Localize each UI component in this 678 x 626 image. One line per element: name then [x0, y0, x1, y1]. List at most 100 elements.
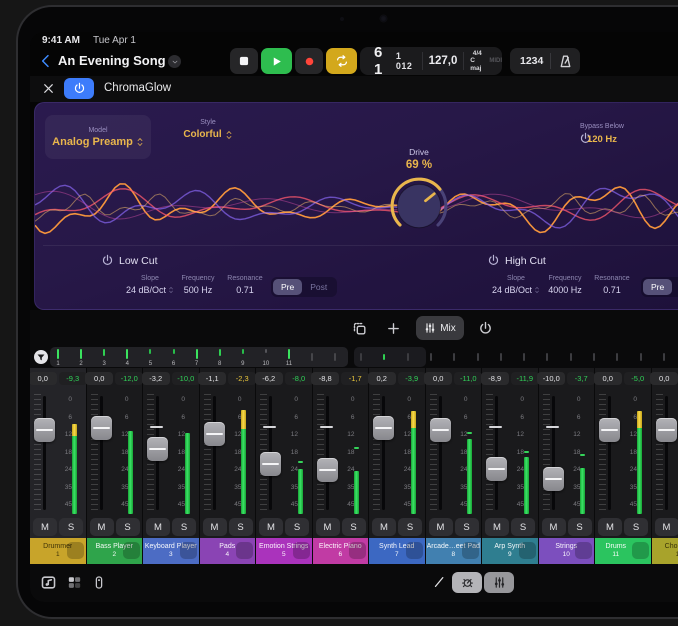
collapse-chevron-button[interactable]: [575, 542, 592, 559]
track-name-band[interactable]: Electric Piano 6: [313, 538, 369, 564]
fader-cell-icon[interactable]: [92, 574, 106, 591]
high-cut-resonance[interactable]: Resonance 0.71: [588, 275, 636, 295]
track-name-band[interactable]: Chorus V 12: [652, 538, 678, 564]
pencil-icon[interactable]: [432, 575, 446, 589]
solo-button[interactable]: S: [568, 518, 592, 536]
collapse-chevron-button[interactable]: [180, 542, 197, 559]
fader-handle[interactable]: [543, 467, 564, 491]
collapse-chevron-button[interactable]: [67, 542, 84, 559]
cycle-button[interactable]: [326, 48, 357, 74]
solo-button[interactable]: S: [229, 518, 253, 536]
pre-button[interactable]: Pre: [643, 279, 672, 295]
ruler-tick: [523, 353, 525, 361]
post-button[interactable]: Post: [302, 279, 335, 295]
solo-button[interactable]: S: [59, 518, 83, 536]
pre-button[interactable]: Pre: [273, 279, 302, 295]
drive-knob[interactable]: [388, 175, 450, 237]
mix-button[interactable]: Mix: [416, 316, 464, 340]
bypass-below[interactable]: Bypass Below 120 Hz: [569, 123, 635, 145]
fader-handle[interactable]: [34, 418, 55, 442]
fader-handle[interactable]: [91, 416, 112, 440]
fader-handle[interactable]: [317, 458, 338, 482]
fader-handle[interactable]: [204, 422, 225, 446]
song-title[interactable]: An Evening Song: [58, 53, 166, 68]
mute-button[interactable]: M: [90, 518, 114, 536]
fader-handle[interactable]: [147, 437, 168, 461]
browser-icon[interactable]: [40, 574, 57, 591]
model-selector[interactable]: Model Analog Preamp: [45, 115, 151, 159]
track-name-band[interactable]: Arp Synth 9: [482, 538, 538, 564]
solo-button[interactable]: S: [624, 518, 648, 536]
mute-button[interactable]: M: [316, 518, 340, 536]
plugin-tiles-icon[interactable]: [66, 574, 83, 591]
collapse-chevron-button[interactable]: [349, 542, 366, 559]
solo-button[interactable]: S: [116, 518, 140, 536]
collapse-chevron-button[interactable]: [519, 542, 536, 559]
collapse-chevron-button[interactable]: [123, 542, 140, 559]
mute-button[interactable]: M: [146, 518, 170, 536]
collapse-chevron-button[interactable]: [293, 542, 310, 559]
mute-button[interactable]: M: [372, 518, 396, 536]
high-cut-power-icon[interactable]: [487, 254, 500, 267]
fader-handle[interactable]: [599, 418, 620, 442]
stop-button[interactable]: [230, 48, 258, 74]
fader-handle[interactable]: [430, 418, 451, 442]
count-in-button[interactable]: 1234: [520, 55, 543, 67]
track-name-band[interactable]: Synth Lead 7: [369, 538, 425, 564]
solo-button[interactable]: S: [172, 518, 196, 536]
mute-button[interactable]: M: [655, 518, 678, 536]
mute-button[interactable]: M: [542, 518, 566, 536]
solo-button[interactable]: S: [398, 518, 422, 536]
mute-button[interactable]: M: [598, 518, 622, 536]
fader-handle[interactable]: [260, 452, 281, 476]
level-control[interactable]: Level 0.0: [657, 123, 678, 145]
mute-button[interactable]: M: [203, 518, 227, 536]
track-name-band[interactable]: Pads 4: [200, 538, 256, 564]
duplicate-icon[interactable]: [352, 321, 367, 336]
record-button[interactable]: [295, 48, 323, 74]
fader-handle[interactable]: [373, 416, 394, 440]
solo-button[interactable]: S: [455, 518, 479, 536]
track-name-band[interactable]: Bass Player 2: [87, 538, 143, 564]
mixer-power-icon[interactable]: [478, 321, 493, 336]
fader-handle[interactable]: [486, 457, 507, 481]
style-selector[interactable]: Style Colorful: [165, 119, 251, 155]
high-cut-frequency[interactable]: Frequency 4000 Hz: [538, 275, 592, 295]
lcd-display[interactable]: 6 1 1 012 127,0 4/4 C maj MIDI: [360, 47, 502, 75]
add-icon[interactable]: [386, 321, 401, 336]
low-cut-frequency[interactable]: Frequency 500 Hz: [171, 275, 225, 295]
post-button[interactable]: Post: [672, 279, 678, 295]
track-name-band[interactable]: Drums 11: [595, 538, 651, 564]
collapse-chevron-button[interactable]: [632, 542, 649, 559]
solo-button[interactable]: S: [285, 518, 309, 536]
filter-icon[interactable]: [33, 349, 49, 365]
track-name-band[interactable]: Keyboard Player 3: [143, 538, 199, 564]
mute-button[interactable]: M: [429, 518, 453, 536]
mute-button[interactable]: M: [33, 518, 57, 536]
track-name-band[interactable]: Arcade…eet Pad 8: [426, 538, 482, 564]
fader-handle[interactable]: [656, 418, 677, 442]
mixer-view-button[interactable]: [484, 572, 514, 593]
plugin-power-button[interactable]: [64, 78, 94, 99]
db-scale-label: 35: [517, 484, 524, 491]
solo-button[interactable]: S: [511, 518, 535, 536]
close-icon[interactable]: [42, 82, 55, 95]
track-name-band[interactable]: Drummer 1: [30, 538, 86, 564]
back-chevron-icon[interactable]: [38, 52, 54, 70]
collapse-chevron-button[interactable]: [406, 542, 423, 559]
play-button[interactable]: [261, 48, 292, 74]
low-cut-resonance[interactable]: Resonance 0.71: [221, 275, 269, 295]
collapse-chevron-button[interactable]: [236, 542, 253, 559]
solo-button[interactable]: S: [342, 518, 366, 536]
collapse-chevron-button[interactable]: [462, 542, 479, 559]
low-cut-power-icon[interactable]: [101, 254, 114, 267]
db-scale-label: 0: [294, 396, 298, 403]
track-name-band[interactable]: Strings 10: [539, 538, 595, 564]
mute-button[interactable]: M: [485, 518, 509, 536]
track-name-band[interactable]: Emotion Strings 5: [256, 538, 312, 564]
metronome-icon[interactable]: [558, 54, 573, 69]
controls-view-button[interactable]: [452, 572, 482, 593]
mute-button[interactable]: M: [259, 518, 283, 536]
db-scale-label: 12: [517, 431, 524, 438]
song-menu-button[interactable]: [168, 55, 181, 68]
